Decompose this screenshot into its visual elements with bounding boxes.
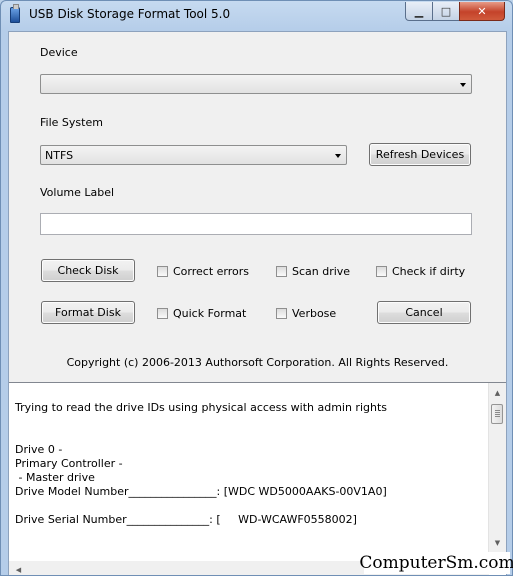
title-bar[interactable]: USB Disk Storage Format Tool 5.0 ▁ □ ✕ [1,1,512,27]
check-if-dirty-checkbox[interactable]: Check if dirty [376,264,465,278]
volume-label-input[interactable] [40,213,472,235]
file-system-label: File System [40,116,103,129]
log-line: Primary Controller - [15,457,123,470]
chevron-down-icon [335,154,341,158]
check-disk-button[interactable]: Check Disk [41,259,135,282]
scroll-left-icon[interactable]: ◀ [11,562,26,575]
checkbox-box [276,307,287,319]
scan-drive-label: Scan drive [292,264,351,278]
log-output[interactable]: Trying to read the drive IDs using physi… [9,382,506,575]
cancel-button[interactable]: Cancel [377,301,471,324]
log-line: Trying to read the drive IDs using physi… [15,401,388,414]
correct-errors-label: Correct errors [173,264,250,278]
device-dropdown[interactable] [40,74,472,94]
verbose-checkbox[interactable]: Verbose [276,306,336,320]
scroll-thumb[interactable] [491,404,503,424]
verbose-label: Verbose [292,306,337,320]
main-panel: Device File System NTFS Refresh Devices … [8,31,507,575]
window-title: USB Disk Storage Format Tool 5.0 [29,7,231,21]
vertical-scrollbar[interactable]: ▲ ▼ [488,383,506,553]
copyright-text: Copyright (c) 2006-2013 Authorsoft Corpo… [66,356,449,369]
scroll-up-icon[interactable]: ▲ [490,385,505,400]
log-line: Drive Model Number________________: [WDC… [15,485,387,498]
log-line: Drive Serial Number_______________: [ WD… [15,513,357,526]
close-button[interactable]: ✕ [459,2,505,21]
scroll-down-icon[interactable]: ▼ [490,535,505,550]
refresh-devices-button[interactable]: Refresh Devices [369,143,471,166]
file-system-dropdown[interactable]: NTFS [40,145,347,165]
usb-drive-icon [10,4,20,23]
checkbox-box [157,307,168,319]
volume-label-label: Volume Label [40,186,115,199]
quick-format-checkbox[interactable]: Quick Format [157,306,246,320]
check-if-dirty-label: Check if dirty [392,264,466,278]
device-label: Device [40,46,78,59]
format-disk-button[interactable]: Format Disk [41,301,135,324]
watermark: ComputerSm.com [359,552,513,574]
log-line: Drive 0 - [15,443,63,456]
checkbox-box [157,265,168,277]
log-lines: Trying to read the drive IDs using physi… [15,401,485,527]
minimize-button[interactable]: ▁ [405,2,433,21]
scan-drive-checkbox[interactable]: Scan drive [276,264,350,278]
correct-errors-checkbox[interactable]: Correct errors [157,264,249,278]
log-line: - Master drive [15,471,95,484]
maximize-button[interactable]: □ [432,2,460,21]
app-window: USB Disk Storage Format Tool 5.0 ▁ □ ✕ D… [0,0,513,576]
checkbox-box [276,265,287,277]
chevron-down-icon [460,83,466,87]
file-system-value: NTFS [45,149,74,162]
quick-format-label: Quick Format [173,306,247,320]
checkbox-box [376,265,387,277]
